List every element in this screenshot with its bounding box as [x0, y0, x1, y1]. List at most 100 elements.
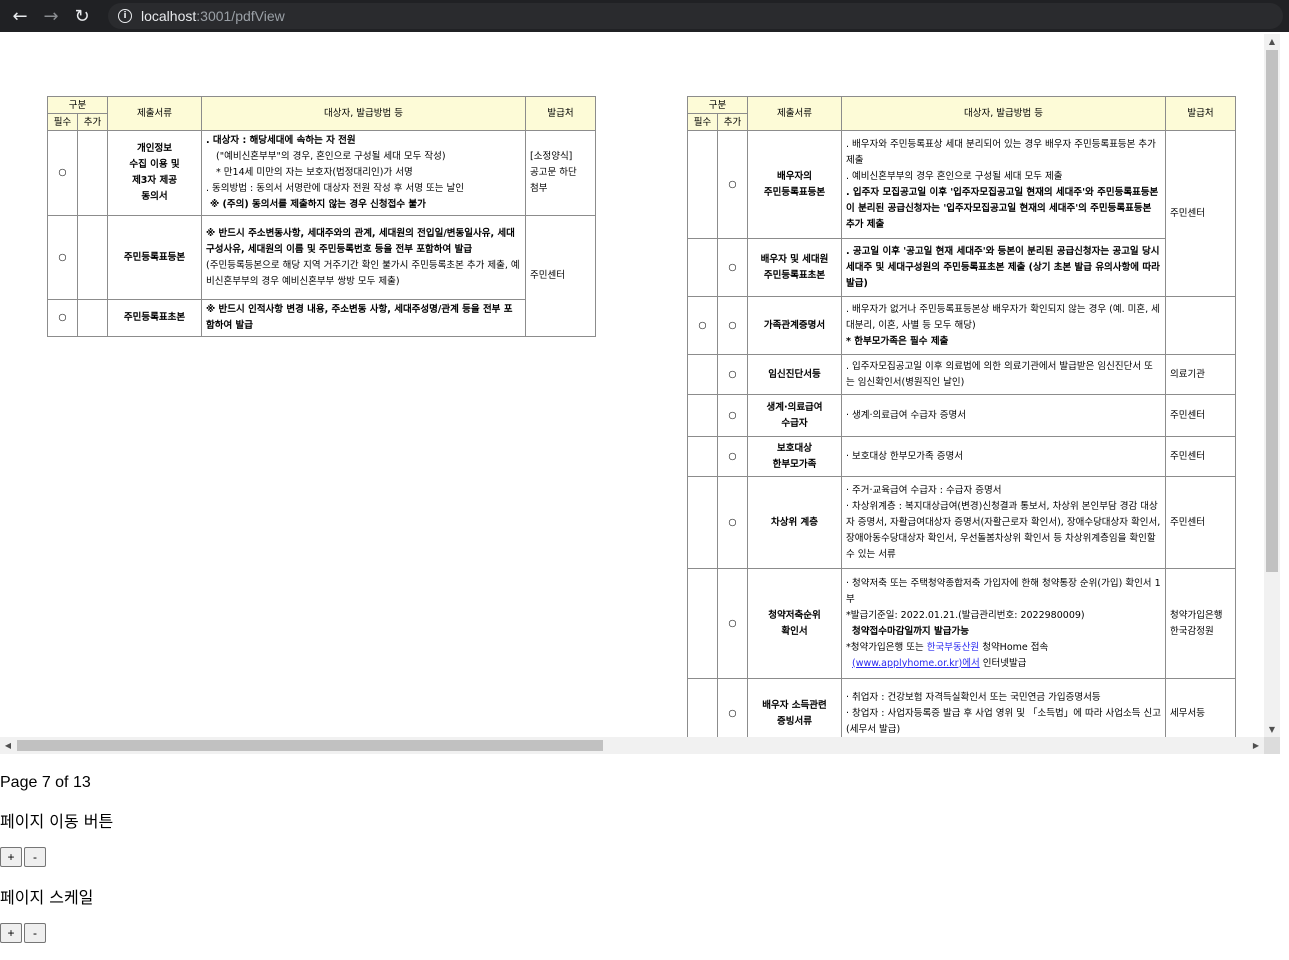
additional-mark: ○ — [716, 476, 749, 569]
header-required: 필수 — [47, 113, 78, 131]
header-target: 대상자, 발급방법 등 — [201, 96, 527, 131]
info-icon[interactable]: i — [118, 9, 132, 23]
pdf-viewer[interactable]: 구분 제출서류 대상자, 발급방법 등 발급처 필수 추가 ○ 개인정보 수집 … — [0, 34, 1280, 754]
document-detail: ※ 반드시 주소변동사항, 세대주와의 관계, 세대원의 전입일/변동일사유, … — [201, 215, 527, 300]
table-row: ○ 차상위 계층 · 주거·교육급여 수급자 : 수급자 증명서 · 차상위계층… — [687, 476, 1237, 569]
document-name-line: 배우자의 — [777, 170, 812, 182]
document-detail: · 청약저축 또는 주택청약종합저축 가입자에 한해 청약통장 순위(가입) 확… — [841, 568, 1167, 679]
issuer: 주민센터 — [525, 215, 597, 337]
next-page-button[interactable]: + — [0, 847, 22, 867]
additional-mark — [76, 299, 109, 337]
table-row: ○ 배우자 및 세대원 주민등록표초본 . 공고일 이후 '공고일 현재 세대주… — [687, 238, 1236, 297]
table-row: ○ 보호대상 한부모가족 · 보호대상 한부모가족 증명서 주민센터 — [687, 436, 1237, 477]
detail-line: · 청약저축 또는 주택청약종합저축 가입자에 한해 청약통장 순위(가입) 확… — [846, 577, 1161, 605]
table-row: ○ 배우자의 주민등록표등본 . 배우자와 주민등록표상 세대 분리되어 있는 … — [687, 130, 1237, 297]
forward-arrow-icon[interactable]: → — [40, 5, 62, 27]
browser-toolbar: ← → ↻ i localhost:3001/pdfView — [0, 0, 1289, 32]
detail-line: (www.applyhome.or.kr)에서 인터넷발급 — [846, 656, 1161, 672]
page-move-label: 페이지 이동 버튼 — [0, 812, 114, 831]
detail-line: . 대상자 : 해당세대에 속하는 자 전원 — [206, 135, 356, 146]
prev-page-button[interactable]: - — [24, 847, 46, 867]
document-detail: · 주거·교육급여 수급자 : 수급자 증명서 · 차상위계층 : 복지대상급여… — [841, 476, 1167, 569]
document-name-line: 제3자 제공 — [132, 175, 177, 186]
detail-line: ※ 반드시 주소변동사항, 세대주와의 관계, 세대원의 전입일/변동일사유, … — [206, 227, 515, 255]
document-name-line: 생계·의료급여 — [766, 401, 823, 413]
detail-line: * 한부모가족은 필수 제출 — [846, 335, 949, 347]
document-name: 배우자의 주민등록표등본 — [747, 130, 843, 239]
document-name: 청약저축순위 확인서 — [747, 568, 843, 679]
zoom-in-button[interactable]: + — [0, 923, 22, 943]
additional-mark: ○ — [716, 130, 749, 239]
issuer: 주민센터 — [1165, 130, 1237, 297]
document-name: 임신진단서등 — [747, 354, 843, 395]
detail-text: *청약가입은행 또는 — [846, 641, 927, 653]
left-document-table: 구분 제출서류 대상자, 발급방법 등 발급처 필수 추가 ○ 개인정보 수집 … — [46, 96, 597, 337]
document-name-line: 배우자 소득관련 — [762, 699, 827, 711]
additional-mark: ○ — [716, 436, 749, 477]
document-detail: . 배우자와 주민등록표상 세대 분리되어 있는 경우 배우자 주민등록표등본 … — [841, 130, 1167, 239]
agency-link[interactable]: 한국부동산원 — [927, 642, 979, 653]
required-mark — [687, 130, 718, 239]
detail-line: · 취업자 : 건강보험 자격득실확인서 또는 국민연금 가입증명서등 — [846, 691, 1101, 703]
header-required: 필수 — [687, 113, 718, 131]
required-mark: ○ — [687, 296, 718, 355]
vertical-scroll-thumb[interactable] — [1266, 50, 1278, 572]
detail-line: ("예비신혼부부"의 경우, 혼인으로 구성될 세대 모두 작성) — [216, 151, 446, 162]
document-name-line: 동의서 — [141, 191, 168, 202]
detail-line: . 배우자와 주민등록표상 세대 분리되어 있는 경우 배우자 주민등록표등본 … — [846, 138, 1156, 166]
table-row: ○ 청약저축순위 확인서 · 청약저축 또는 주택청약종합저축 가입자에 한해 … — [687, 568, 1237, 679]
document-name-line: 수급자 — [781, 417, 808, 429]
address-bar[interactable]: i localhost:3001/pdfView — [108, 3, 1283, 29]
required-mark — [687, 394, 718, 437]
issuer-line: 한국감정원 — [1170, 625, 1214, 637]
document-name: 차상위 계층 — [747, 476, 843, 569]
right-document-table: 구분 제출서류 대상자, 발급방법 등 발급처 필수 추가 ○ 배우자의 주민등… — [686, 96, 1237, 749]
required-mark — [687, 436, 718, 477]
issuer: 의료기관 — [1165, 354, 1237, 395]
additional-mark — [76, 130, 109, 216]
page-scale-buttons: + - — [0, 923, 48, 943]
scroll-up-arrow-icon[interactable]: ▲ — [1264, 34, 1280, 48]
reload-icon[interactable]: ↻ — [71, 5, 93, 27]
document-name: 가족관계증명서 — [747, 296, 843, 355]
header-target: 대상자, 발급방법 등 — [841, 96, 1167, 131]
horizontal-scroll-thumb[interactable] — [17, 740, 603, 751]
horizontal-scrollbar[interactable]: ◀ ▶ — [0, 737, 1264, 754]
required-mark — [687, 476, 718, 569]
detail-line: . 예비신혼부부의 경우 혼인으로 구성될 세대 모두 제출 — [846, 170, 1063, 182]
detail-text: 청약Home 접속 — [979, 641, 1049, 653]
table-row: ○ 개인정보 수집 이용 및 제3자 제공 동의서 . 대상자 : 해당세대에 … — [47, 130, 597, 216]
zoom-out-button[interactable]: - — [24, 923, 46, 943]
header-additional: 추가 — [76, 113, 109, 131]
additional-mark — [76, 215, 109, 300]
header-document: 제출서류 — [107, 96, 203, 131]
document-name-line: 주민등록표등본 — [763, 186, 826, 198]
table-row: ○ 주민등록표등본 ※ 반드시 주소변동사항, 세대주와의 관계, 세대원의 전… — [47, 215, 597, 337]
page-move-buttons: + - — [0, 847, 48, 867]
issuer: 주민센터 — [1165, 436, 1237, 477]
issuer-line: 첨부 — [530, 183, 548, 194]
header-group: 구분 — [686, 96, 749, 114]
header-issuer: 발급처 — [525, 96, 597, 131]
document-detail: · 생계·의료급여 수급자 증명서 — [841, 394, 1167, 437]
issuer: 청약가입은행 한국감정원 — [1165, 568, 1237, 679]
additional-mark: ○ — [716, 238, 749, 297]
document-name: 개인정보 수집 이용 및 제3자 제공 동의서 — [107, 130, 203, 216]
document-name: 생계·의료급여 수급자 — [747, 394, 843, 437]
document-name-line: 배우자 및 세대원 — [760, 253, 829, 265]
detail-line: . 동의방법 : 동의서 서명란에 대상자 전원 작성 후 서명 또는 날인 — [206, 183, 464, 194]
detail-line: (주민등록등본으로 해당 지역 거주기간 확인 불가시 주민등록초본 추가 제출… — [206, 259, 520, 287]
scroll-left-arrow-icon[interactable]: ◀ — [0, 737, 16, 754]
required-mark: ○ — [47, 299, 78, 337]
applyhome-link[interactable]: (www.applyhome.or.kr)에서 — [852, 658, 980, 669]
document-detail: ※ 반드시 인적사항 변경 내용, 주소변동 사항, 세대주성명/관계 등을 전… — [201, 299, 527, 337]
vertical-scrollbar[interactable]: ▲ ▼ — [1264, 34, 1280, 737]
document-name-line: 보호대상 — [777, 442, 812, 454]
document-detail: . 대상자 : 해당세대에 속하는 자 전원 ("예비신혼부부"의 경우, 혼인… — [201, 130, 527, 216]
url-text[interactable]: localhost:3001/pdfView — [141, 8, 285, 24]
scroll-down-arrow-icon[interactable]: ▼ — [1264, 722, 1280, 736]
back-arrow-icon[interactable]: ← — [9, 5, 31, 27]
scroll-right-arrow-icon[interactable]: ▶ — [1248, 737, 1264, 754]
issuer-line: 공고문 하단 — [530, 167, 577, 178]
document-name: 주민등록표초본 — [107, 299, 203, 337]
